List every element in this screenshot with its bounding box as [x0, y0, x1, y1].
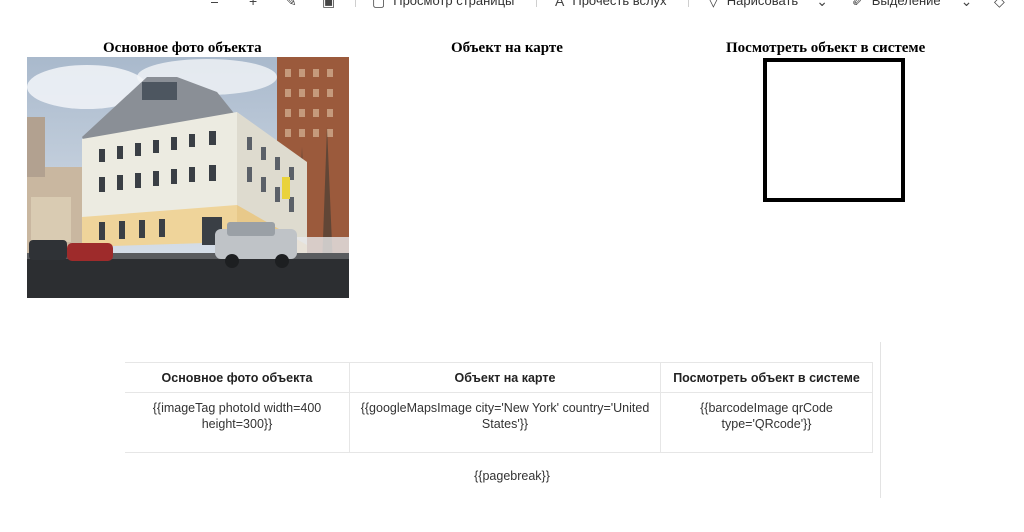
draw-icon: ▽: [708, 0, 719, 9]
chevron-down-icon[interactable]: ⌄: [961, 0, 973, 11]
image-tag-placeholder: {{imageTag photoId width=400 height=300}…: [152, 401, 322, 431]
toolbar-divider: [536, 0, 537, 7]
table-row: {{imageTag photoId width=400 height=300}…: [125, 392, 873, 453]
toolbar-divider: [355, 0, 356, 7]
chevron-down-icon[interactable]: ⌄: [816, 0, 828, 11]
eraser-button[interactable]: ◇: [994, 0, 1005, 11]
photo-heading: Основное фото объекта: [103, 40, 262, 56]
draw-label: Нарисовать: [726, 0, 799, 8]
system-heading: Посмотреть объект в системе: [726, 40, 926, 56]
image-icon: ▣: [322, 0, 336, 9]
template-header-row: Основное фото объекта Объект на карте По…: [125, 362, 873, 393]
template-cell-system[interactable]: {{barcodeImage qrCode type='QRcode'}}: [660, 392, 873, 453]
pagebreak-placeholder[interactable]: {{pagebreak}}: [0, 469, 1024, 483]
toolbar-divider: [688, 0, 689, 7]
add-button[interactable]: +: [249, 0, 257, 11]
building-photo-image: [27, 57, 349, 298]
draw-button[interactable]: ▽ Нарисовать ⌄: [708, 0, 828, 11]
read-aloud-button[interactable]: A Прочесть вслух: [555, 0, 667, 11]
template-cell-photo[interactable]: {{imageTag photoId width=400 height=300}…: [125, 392, 350, 453]
object-photo: [27, 57, 349, 298]
maps-image-placeholder: {{googleMapsImage city='New York' countr…: [360, 401, 650, 431]
template-table[interactable]: Основное фото объекта Объект на карте По…: [125, 362, 873, 453]
read-aloud-label: Прочесть вслух: [572, 0, 667, 8]
highlight-button[interactable]: ✐ Выделение ⌄: [852, 0, 972, 11]
underline-button[interactable]: ⎯: [211, 0, 218, 11]
highlight-icon: ✐: [852, 0, 864, 9]
read-aloud-icon: A: [555, 0, 565, 9]
image-button[interactable]: ▣: [322, 0, 335, 11]
page-view-icon: ▢: [372, 0, 386, 9]
page-view-label: Просмотр страницы: [393, 0, 515, 8]
template-cell-map[interactable]: {{googleMapsImage city='New York' countr…: [349, 392, 661, 453]
page-view-button[interactable]: ▢ Просмотр страницы: [372, 0, 514, 11]
highlight-label: Выделение: [871, 0, 941, 8]
barcode-image-placeholder: {{barcodeImage qrCode type='QRcode'}}: [700, 401, 833, 431]
underline-icon: ⎯: [211, 0, 218, 9]
handwriting-icon: ✎: [285, 0, 297, 9]
eraser-icon: ◇: [994, 0, 1005, 9]
template-header-photo[interactable]: Основное фото объекта: [125, 362, 350, 393]
template-header-map[interactable]: Объект на карте: [349, 362, 661, 393]
handwriting-button[interactable]: ✎: [285, 0, 297, 11]
qr-code-placeholder: [763, 58, 905, 202]
map-heading: Объект на карте: [451, 40, 563, 56]
template-header-system[interactable]: Посмотреть объект в системе: [660, 362, 873, 393]
plus-icon: +: [249, 0, 258, 9]
pdf-toolbar: ⎯ + ✎ ▣ ▢ Просмотр страницы A Прочесть в…: [0, 0, 1024, 12]
